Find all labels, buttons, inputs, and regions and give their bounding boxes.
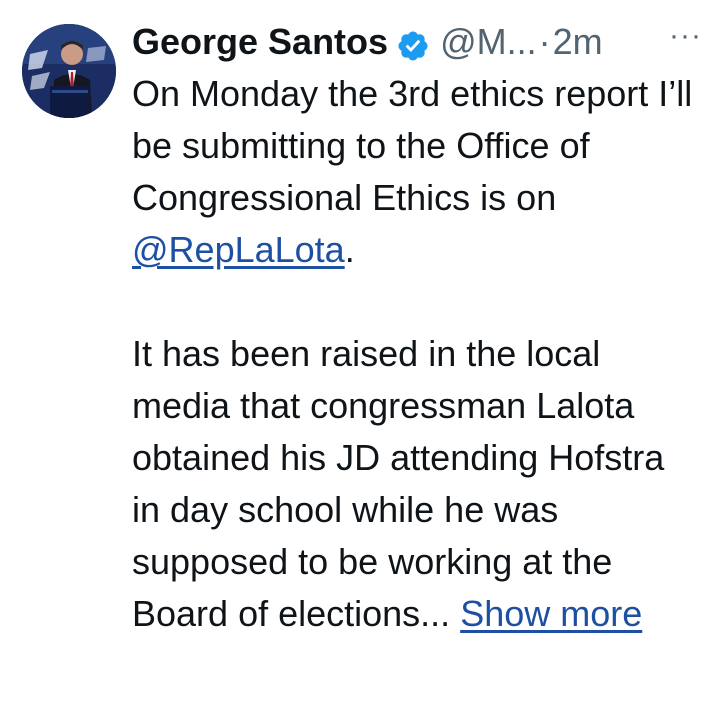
more-options-icon[interactable]: ···	[669, 10, 702, 62]
tweet-paragraph-2: It has been raised in the local media th…	[132, 328, 702, 640]
verified-badge-icon	[396, 25, 430, 61]
timestamp[interactable]: 2m	[553, 16, 603, 68]
header-separator: ·	[538, 21, 551, 62]
mention-link[interactable]: @RepLaLota	[132, 229, 345, 270]
tweet-card[interactable]: George Santos @M... · 2m ··· On Monday t…	[0, 0, 720, 706]
tweet-text: On Monday the 3rd ethics report I’ll be …	[132, 68, 702, 640]
author-name[interactable]: George Santos	[132, 16, 388, 68]
tweet-paragraph-1: On Monday the 3rd ethics report I’ll be …	[132, 68, 702, 276]
paragraph-2-text: It has been raised in the local media th…	[132, 333, 665, 634]
show-more-link[interactable]: Show more	[460, 593, 642, 634]
avatar-image	[22, 24, 116, 118]
tweet-header: George Santos @M... · 2m ···	[132, 16, 702, 68]
paragraph-1-end: .	[344, 229, 355, 270]
author-avatar[interactable]	[22, 24, 116, 118]
paragraph-1-text: On Monday the 3rd ethics report I’ll be …	[132, 73, 693, 218]
author-handle[interactable]: @M...	[440, 16, 537, 68]
tweet-content: George Santos @M... · 2m ··· On Monday t…	[132, 16, 702, 640]
